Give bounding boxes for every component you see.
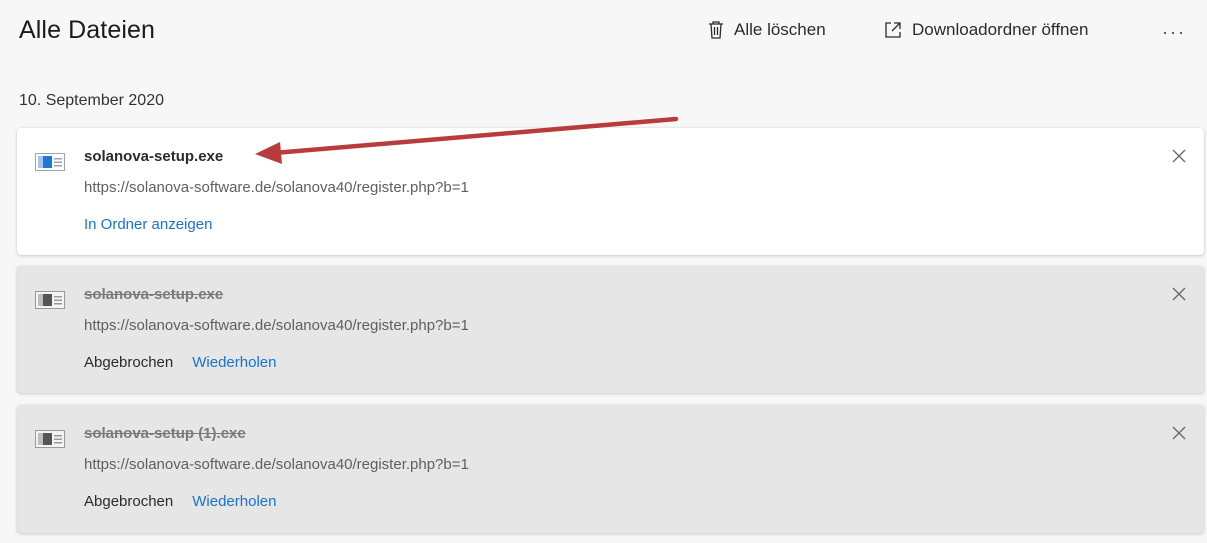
file-name: solanova-setup (1).exe bbox=[84, 425, 246, 442]
status-text: Abgebrochen bbox=[84, 354, 174, 371]
open-download-folder-button[interactable]: Downloadordner öffnen bbox=[884, 20, 1088, 40]
close-icon[interactable] bbox=[1169, 146, 1189, 166]
file-url: https://solanova-software.de/solanova40/… bbox=[84, 456, 469, 473]
delete-all-button[interactable]: Alle löschen bbox=[708, 20, 826, 40]
retry-link[interactable]: Wiederholen bbox=[192, 354, 276, 371]
download-item: solanova-setup.exe https://solanova-soft… bbox=[17, 128, 1204, 255]
file-icon bbox=[35, 430, 65, 448]
download-item: solanova-setup.exe https://solanova-soft… bbox=[17, 266, 1204, 393]
date-group-heading: 10. September 2020 bbox=[19, 92, 164, 109]
delete-all-label: Alle löschen bbox=[734, 20, 826, 39]
more-icon[interactable]: ··· bbox=[1162, 22, 1186, 43]
download-status-row: Abgebrochen Wiederholen bbox=[84, 354, 276, 371]
file-icon bbox=[35, 291, 65, 309]
file-url: https://solanova-software.de/solanova40/… bbox=[84, 317, 469, 334]
download-status-row: Abgebrochen Wiederholen bbox=[84, 493, 276, 510]
close-icon[interactable] bbox=[1169, 423, 1189, 443]
file-icon bbox=[35, 153, 65, 171]
show-in-folder-link[interactable]: In Ordner anzeigen bbox=[84, 216, 212, 233]
status-text: Abgebrochen bbox=[84, 493, 174, 510]
open-folder-label: Downloadordner öffnen bbox=[912, 20, 1089, 39]
trash-icon bbox=[709, 21, 723, 39]
file-name: solanova-setup.exe bbox=[84, 286, 224, 303]
file-name[interactable]: solanova-setup.exe bbox=[84, 148, 223, 165]
close-icon[interactable] bbox=[1169, 284, 1189, 304]
download-item: solanova-setup (1).exe https://solanova-… bbox=[17, 405, 1204, 533]
file-url: https://solanova-software.de/solanova40/… bbox=[84, 179, 469, 196]
retry-link[interactable]: Wiederholen bbox=[192, 493, 276, 510]
page-title: Alle Dateien bbox=[19, 16, 156, 44]
page-header: Alle Dateien Alle löschen Downloadordner… bbox=[0, 0, 1207, 66]
external-link-icon bbox=[885, 22, 901, 38]
